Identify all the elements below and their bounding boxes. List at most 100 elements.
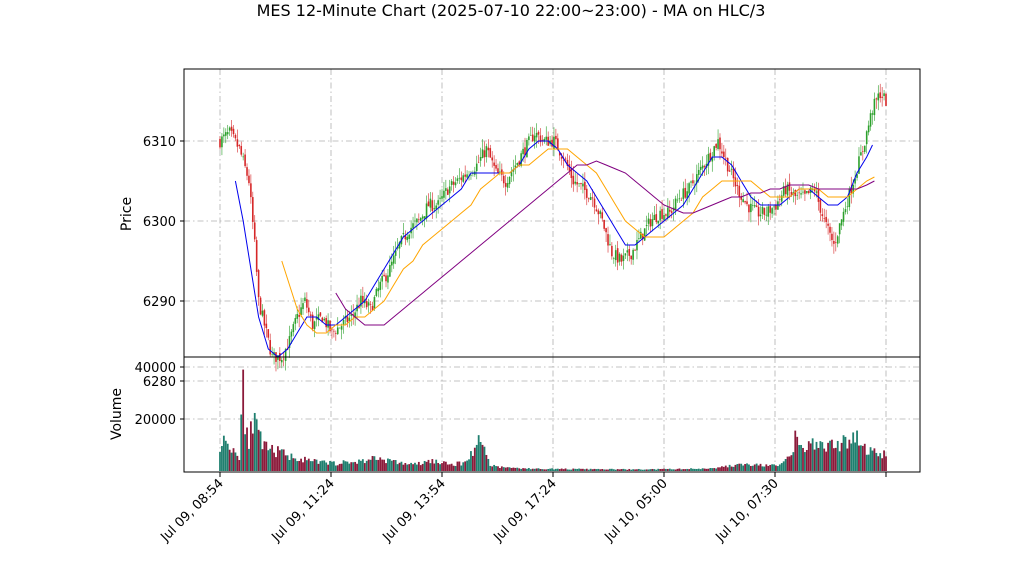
volume-bar xyxy=(325,462,328,471)
candle-body xyxy=(224,132,227,136)
candle-body xyxy=(528,136,530,141)
volume-bar xyxy=(740,463,743,471)
volume-tick-label: 40000 xyxy=(135,361,176,376)
volume-bar xyxy=(246,427,248,471)
volume-bar xyxy=(605,469,607,471)
candle-body xyxy=(611,245,613,257)
volume-bar xyxy=(394,460,397,471)
volume-bar xyxy=(429,463,432,471)
volume-bar xyxy=(410,462,413,471)
volume-bar xyxy=(298,460,301,471)
candle-body xyxy=(375,288,378,296)
volume-bar xyxy=(769,464,772,471)
volume-bar xyxy=(587,469,590,471)
volume-bar xyxy=(653,469,656,471)
volume-bar xyxy=(238,460,241,471)
volume-bar xyxy=(616,469,619,471)
volume-bar xyxy=(541,469,544,471)
candle-body xyxy=(613,258,615,260)
ma-slow-line xyxy=(335,160,875,326)
candle-body xyxy=(483,150,486,158)
volume-bar xyxy=(224,440,227,471)
volume-bar xyxy=(346,461,349,471)
volume-bar xyxy=(771,464,774,471)
candle-body xyxy=(335,333,337,335)
volume-bar xyxy=(755,463,758,471)
candle-body xyxy=(618,253,621,262)
volume-bar xyxy=(305,460,308,471)
volume-bar xyxy=(504,467,507,471)
candle-body xyxy=(829,226,831,233)
candle-body xyxy=(240,146,243,155)
volume-bar xyxy=(568,469,571,471)
volume-bar xyxy=(454,466,457,471)
candle-body xyxy=(481,149,484,159)
price-grid xyxy=(184,69,920,382)
candle-body xyxy=(860,152,862,156)
candle-body xyxy=(699,166,702,170)
candle-body xyxy=(626,250,629,253)
volume-bar xyxy=(726,467,729,471)
volume-bar xyxy=(261,449,264,471)
volume-bar xyxy=(560,468,563,471)
volume-bar xyxy=(566,469,569,471)
candle-body xyxy=(821,214,824,217)
volume-bar xyxy=(817,447,820,471)
candle-body xyxy=(466,174,468,178)
candle-body xyxy=(263,310,266,326)
volume-bar xyxy=(267,450,270,471)
volume-bar xyxy=(782,461,785,471)
volume-bar xyxy=(336,465,339,471)
volume-bar xyxy=(375,459,378,471)
candle-body xyxy=(576,182,578,185)
candle-body xyxy=(780,195,783,202)
chart-figure: MES 12-Minute Chart (2025-07-10 22:00~23… xyxy=(0,0,1022,575)
candle-body xyxy=(485,146,488,158)
candle-body xyxy=(584,181,586,190)
volume-bar xyxy=(531,468,534,471)
volume-bar xyxy=(715,468,718,471)
volume-bar xyxy=(290,453,293,471)
volume-bar xyxy=(809,443,812,471)
volume-bar xyxy=(697,468,700,471)
volume-bar xyxy=(638,468,640,471)
volume-bar xyxy=(790,455,793,471)
volume-bar xyxy=(811,438,814,471)
candle-body xyxy=(477,161,480,163)
volume-bar xyxy=(253,412,256,471)
volume-bar xyxy=(226,443,229,471)
candle-body xyxy=(676,199,679,201)
candle-body xyxy=(475,163,478,172)
volume-bar xyxy=(537,468,540,471)
volume-bar xyxy=(228,449,231,471)
x-tick-label: Jul 09, 11:24 xyxy=(268,476,337,545)
candle-body xyxy=(431,200,434,211)
volume-bar xyxy=(527,468,530,471)
candle-body xyxy=(501,169,503,175)
candle-body xyxy=(367,302,370,306)
candle-body xyxy=(651,219,654,227)
candle-body xyxy=(304,297,306,302)
candle-body xyxy=(703,166,706,168)
volume-bar xyxy=(280,449,283,471)
candle-body xyxy=(246,167,248,176)
volume-bar xyxy=(881,458,884,471)
volume-bar xyxy=(373,456,376,471)
volume-bar xyxy=(350,462,353,471)
volume-bar xyxy=(222,435,225,471)
candle-body xyxy=(717,139,719,149)
volume-bar xyxy=(707,468,710,471)
candle-body xyxy=(292,324,295,333)
candle-body xyxy=(323,318,326,321)
volume-bar xyxy=(666,468,669,471)
candle-body xyxy=(433,208,436,210)
volume-bar xyxy=(869,447,872,471)
volume-bar xyxy=(545,469,548,471)
volume-bar xyxy=(858,445,860,471)
candle-body xyxy=(553,136,555,149)
volume-bar xyxy=(269,448,272,471)
candle-body xyxy=(489,148,492,158)
candle-body xyxy=(817,189,820,202)
x-tick-label: Jul 09, 13:54 xyxy=(379,476,448,545)
candle-body xyxy=(280,359,283,363)
